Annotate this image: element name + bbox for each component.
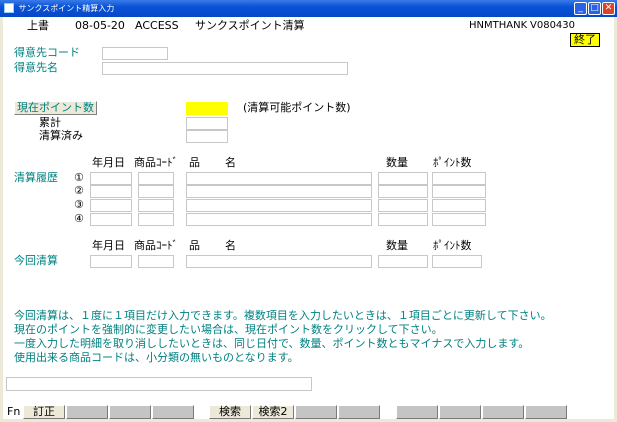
program-id: HNMTHANK <box>469 20 528 31</box>
cumulative-label: 累計 <box>39 116 61 129</box>
hist-row2-code[interactable] <box>138 185 174 198</box>
hist-row4-name[interactable] <box>186 213 372 226</box>
cur-col-code: 商品ｺｰﾄﾞ <box>134 239 178 252</box>
fkey-search[interactable]: 検索 <box>209 405 251 419</box>
message-line-4: 使用出来る商品コードは、小分類の無いものとなります。 <box>14 351 299 364</box>
fkey-7[interactable] <box>295 405 337 419</box>
cur-code-field[interactable] <box>138 255 174 268</box>
hist-row2-date[interactable] <box>90 185 132 198</box>
hist-row1-qty[interactable] <box>378 172 428 185</box>
hist-row3-code[interactable] <box>138 199 174 212</box>
cur-col-points: ﾎﾟｲﾝﾄ数 <box>433 239 472 252</box>
hist-row1-date[interactable] <box>90 172 132 185</box>
fkey-8[interactable] <box>338 405 380 419</box>
hist-row2-qty[interactable] <box>378 185 428 198</box>
mode-label: 上書 <box>27 19 49 32</box>
hist-row4-qty[interactable] <box>378 213 428 226</box>
hist-row3-date[interactable] <box>90 199 132 212</box>
row-marker-2: ② <box>74 184 84 197</box>
message-line-3: 一度入力した明細を取り消ししたいときは、同じ日付で、数量、ポイント数ともマイナス… <box>14 337 530 350</box>
hist-col-item: 品 <box>189 156 200 169</box>
cur-date-field[interactable] <box>90 255 132 268</box>
date-label: 08-05-20 <box>75 19 125 32</box>
fkey-10[interactable] <box>439 405 481 419</box>
customer-code-field[interactable] <box>102 47 168 60</box>
cur-col-name: 名 <box>225 239 236 252</box>
function-key-bar: Fn 訂正 検索 検索2 <box>3 404 614 419</box>
customer-name-label: 得意先名 <box>14 61 58 74</box>
hist-col-qty: 数量 <box>386 156 408 169</box>
fn-label: Fn <box>7 405 21 418</box>
hist-row3-name[interactable] <box>186 199 372 212</box>
hist-row4-date[interactable] <box>90 213 132 226</box>
settled-field <box>186 130 228 143</box>
hist-col-points: ﾎﾟｲﾝﾄ数 <box>433 156 472 169</box>
settled-label: 清算済み <box>39 129 83 142</box>
customer-code-label: 得意先コード <box>14 46 80 59</box>
minimize-button[interactable]: _ <box>574 2 587 15</box>
cumulative-field <box>186 117 228 130</box>
fkey-2[interactable] <box>66 405 108 419</box>
hist-row3-qty[interactable] <box>378 199 428 212</box>
form-area: 上書 08-05-20 ACCESS サンクスポイント清算 HNMTHANK V… <box>3 17 614 419</box>
db-label: ACCESS <box>135 19 179 32</box>
hist-row4-points[interactable] <box>432 213 486 226</box>
points-note: (清算可能ポイント数) <box>243 101 351 114</box>
current-label: 今回清算 <box>14 254 58 267</box>
history-label: 清算履歴 <box>14 171 58 184</box>
hist-col-date: 年月日 <box>92 156 125 169</box>
hist-row4-code[interactable] <box>138 213 174 226</box>
message-line-1: 今回清算は、１度に１項目だけ入力できます。複数項目を入力したいときは、１項目ごと… <box>14 309 552 322</box>
status-field[interactable] <box>6 377 312 391</box>
fkey-search2[interactable]: 検索2 <box>252 405 294 419</box>
hist-row2-name[interactable] <box>186 185 372 198</box>
fkey-4[interactable] <box>152 405 194 419</box>
hist-row3-points[interactable] <box>432 199 486 212</box>
app-icon <box>4 2 14 13</box>
hist-row1-name[interactable] <box>186 172 372 185</box>
fkey-12[interactable] <box>525 405 567 419</box>
hist-row2-points[interactable] <box>432 185 486 198</box>
window-titlebar: サンクスポイント精算入力 _ □ ✕ <box>0 0 617 17</box>
version-label: V080430 <box>530 20 576 31</box>
cur-qty-field[interactable] <box>378 255 428 268</box>
current-points-field[interactable] <box>186 102 228 115</box>
message-line-2: 現在のポイントを強制的に変更したい場合は、現在ポイント数をクリックして下さい。 <box>14 323 443 336</box>
hist-row1-points[interactable] <box>432 172 486 185</box>
fkey-3[interactable] <box>109 405 151 419</box>
close-button[interactable]: ✕ <box>602 2 615 15</box>
fkey-1[interactable]: 訂正 <box>23 405 65 419</box>
row-marker-1: ① <box>74 171 84 184</box>
screen-title: サンクスポイント清算 <box>195 19 305 32</box>
hist-col-code: 商品ｺｰﾄﾞ <box>134 156 178 169</box>
cur-col-item: 品 <box>189 239 200 252</box>
maximize-button[interactable]: □ <box>588 2 601 15</box>
cur-points-field[interactable] <box>432 255 482 268</box>
end-button[interactable]: 終了 <box>570 33 600 47</box>
cur-name-field[interactable] <box>186 255 372 268</box>
row-marker-3: ③ <box>74 198 84 211</box>
fkey-11[interactable] <box>482 405 524 419</box>
window-title: サンクスポイント精算入力 <box>18 4 115 13</box>
fkey-9[interactable] <box>396 405 438 419</box>
cur-col-qty: 数量 <box>386 239 408 252</box>
hist-row1-code[interactable] <box>138 172 174 185</box>
hist-col-name: 名 <box>225 156 236 169</box>
customer-name-field[interactable] <box>102 62 348 75</box>
current-points-button[interactable]: 現在ポイント数 <box>14 101 97 115</box>
row-marker-4: ④ <box>74 212 84 225</box>
cur-col-date: 年月日 <box>92 239 125 252</box>
